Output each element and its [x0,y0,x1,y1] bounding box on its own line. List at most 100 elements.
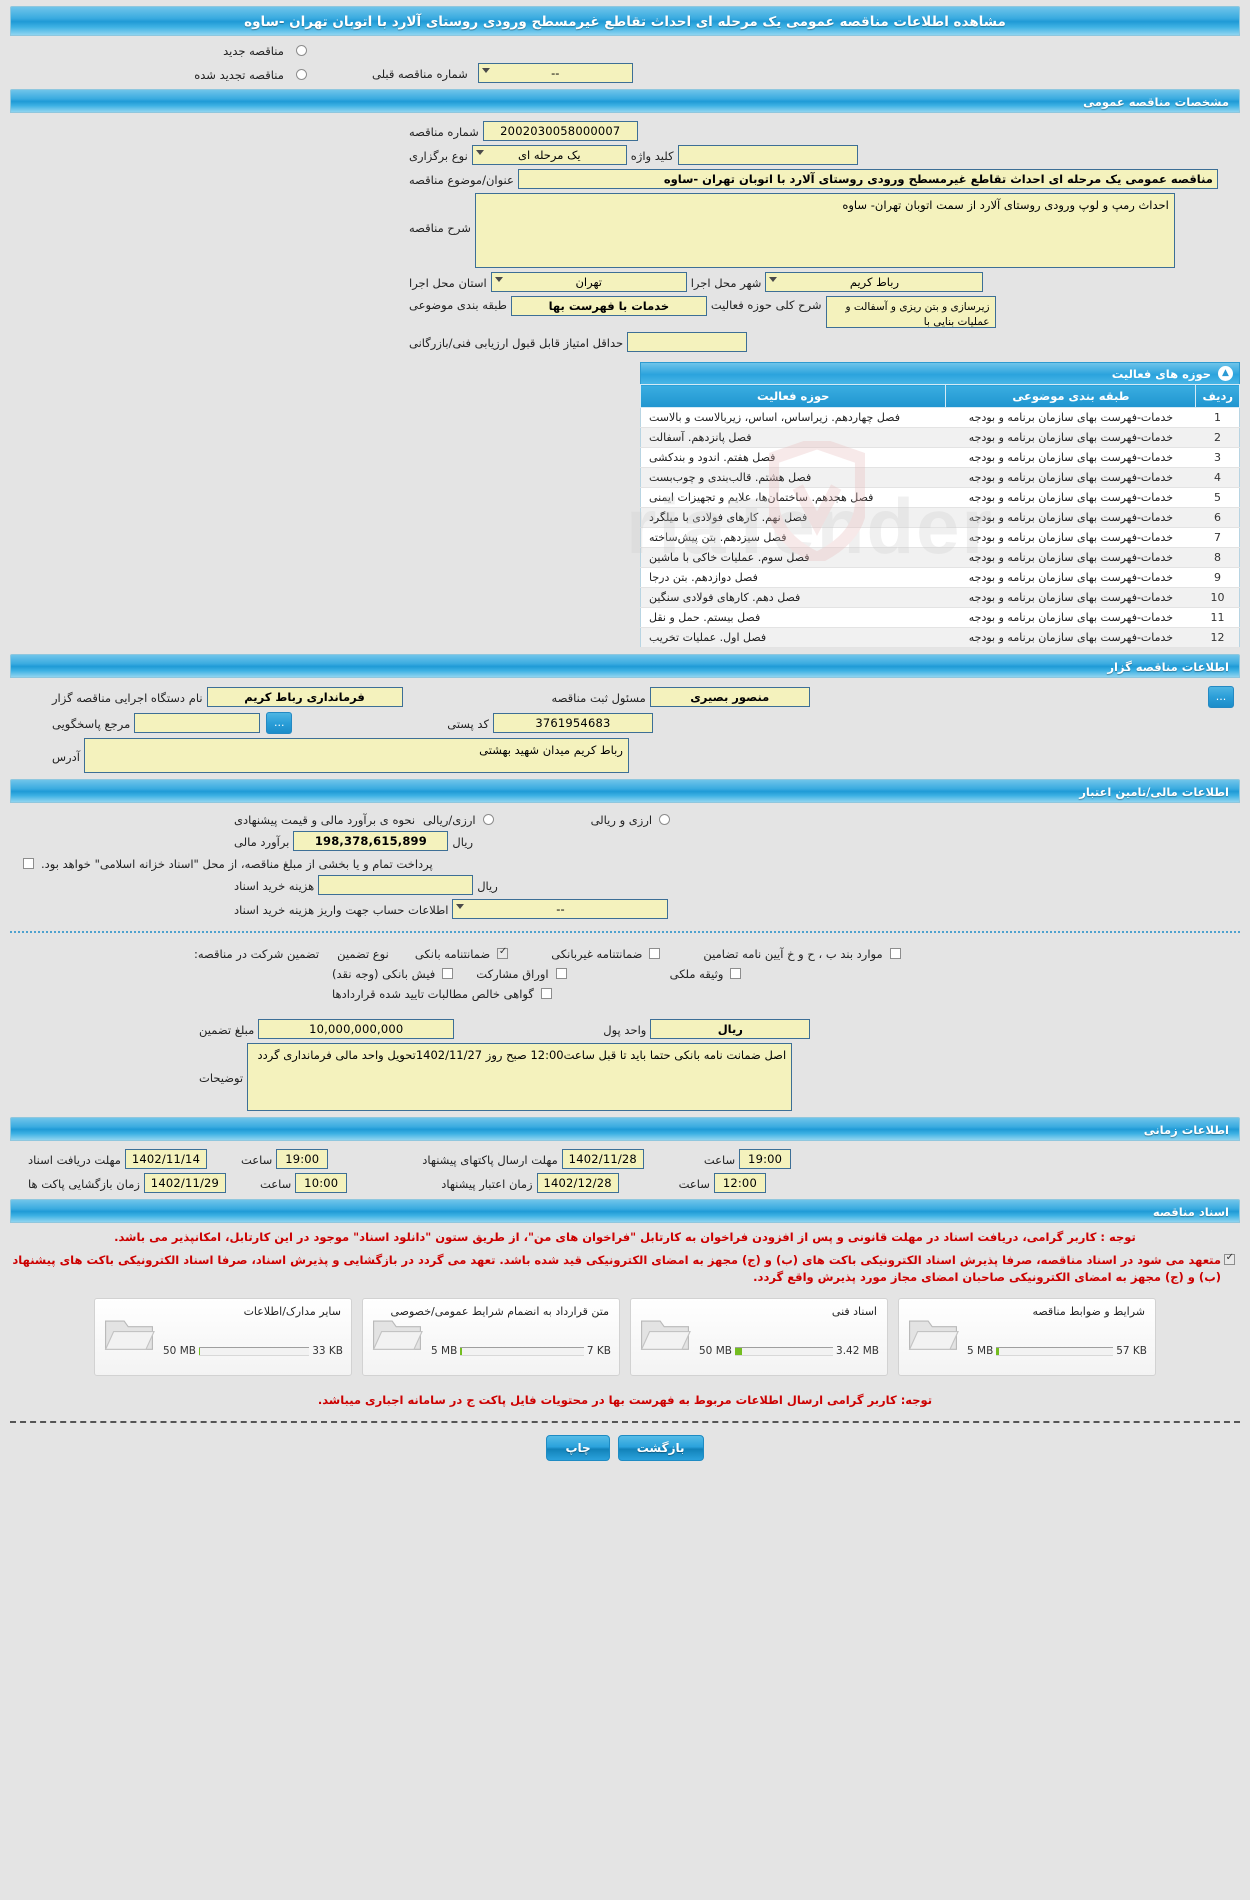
doc-receive-label: مهلت دریافت اسناد [28,1153,121,1167]
cell-activity-area: فصل چهاردهم. زیراساس، اساس، زیربالاست و … [640,407,946,428]
document-max-size: 50 MB [163,1345,196,1357]
registrar-field[interactable]: منصور بصیری [649,687,810,707]
table-row: 1 خدمات-فهرست بهای سازمان برنامه و بودجه ف… [640,407,1240,428]
doc-cost-label: هزینه خرید اسناد [234,879,315,893]
guarantee-option-5-label: اوراق مشارکت [476,967,549,981]
registrar-picker-button[interactable]: ... [1208,686,1234,708]
guarantee-currency-field[interactable]: ریال [650,1019,811,1039]
table-row: 5 خدمات-فهرست بهای سازمان برنامه و بودجه ف… [640,487,1240,508]
general-specs-body: 2002030058000007 شماره مناقصه کلید واژه … [0,119,1250,354]
cell-activity-area: فصل دهم. کارهای فولادی سنگین [640,587,946,608]
guarantee-participation-label: تضمین شرکت در مناقصه: [194,947,320,961]
tender-subject-label: عنوان/موضوع مناقصه [409,173,514,187]
province-select[interactable]: تهران [490,272,687,292]
opening-date-field[interactable]: 1402/11/29 [143,1173,226,1193]
cell-activity-area: فصل هشتم. قالب‌بندی و چوب‌بست [640,467,946,488]
prev-tender-number-value: -- [551,66,560,80]
guarantee-option-3-label: موارد بند ب ، ح و خ آیین نامه تضامین [703,947,883,961]
reference-field[interactable] [134,713,261,733]
cell-activity-area: فصل نهم. کارهای فولادی با میلگرد [640,507,946,528]
tender-subject-field[interactable]: مناقصه عمومی یک مرحله ای احداث تقاطع غیر… [517,169,1218,189]
new-tender-radio[interactable] [296,45,307,56]
guarantee-option-4-checkbox[interactable] [442,967,454,979]
document-card[interactable]: سایر مدارک/اطلاعات 50 MB 33 KB [94,1298,352,1376]
validity-hour-field[interactable]: 12:00 [713,1173,766,1193]
table-row: 9 خدمات-فهرست بهای سازمان برنامه و بودجه ف… [640,567,1240,588]
chevron-down-icon [475,150,484,155]
document-card[interactable]: اسناد فنی 50 MB 3.42 MB [630,1298,888,1376]
address-field[interactable]: رباط کریم میدان شهید بهشتی [83,738,629,773]
table-row: 4 خدمات-فهرست بهای سازمان برنامه و بودجه ف… [640,467,1240,488]
city-label: شهر محل اجرا [690,276,762,290]
guarantee-option-1-checkbox[interactable] [497,946,509,959]
renewed-tender-radio[interactable] [296,68,307,80]
table-row: 2 خدمات-فهرست بهای سازمان برنامه و بودجه ف… [640,427,1240,448]
min-score-field[interactable] [627,332,748,352]
guarantee-option-2-label: ضمانتنامه غیربانکی [551,947,643,961]
table-row: 11 خدمات-فهرست بهای سازمان برنامه و بودجه… [640,607,1240,628]
size-meter: 5 MB 7 KB [431,1345,611,1357]
validity-date-field[interactable]: 1402/12/28 [536,1173,619,1193]
account-info-select[interactable]: -- [452,899,669,919]
classification-field[interactable]: خدمات با فهرست بها [510,296,707,316]
city-select[interactable]: رباط کریم [765,272,984,292]
collapse-icon[interactable]: ▲ [1218,366,1233,381]
tender-number-field[interactable]: 2002030058000007 [482,121,638,141]
documents-notice-checkbox[interactable] [1224,1252,1235,1265]
holding-type-select[interactable]: یک مرحله ای [471,145,627,165]
validity-date-label: زمان اعتبار پیشنهاد [441,1177,533,1191]
opening-hour-field[interactable]: 10:00 [295,1173,348,1193]
guarantee-option-3-checkbox[interactable] [889,947,901,959]
table-row: 8 خدمات-فهرست بهای سازمان برنامه و بودجه ف… [640,547,1240,568]
guarantee-amount-field[interactable]: 10,000,000,000 [258,1019,455,1039]
cell-index: 8 [1195,547,1240,568]
postal-code-field[interactable]: 3761954683 [492,713,653,733]
folder-icon [640,1320,691,1350]
size-meter: 50 MB 3.42 MB [699,1345,879,1357]
estimate-rial-and-currency-radio[interactable] [659,813,671,825]
tender-description-field[interactable]: احداث رمپ و لوپ ورودی روستای آلارد از سم… [474,193,1175,268]
estimate-rial-radio[interactable] [482,813,494,825]
cell-activity-area: فصل بیستم. حمل و نقل [640,607,946,628]
back-button[interactable]: بازگشت [617,1435,704,1461]
section-timing-title: اطلاعات زمانی [1143,1123,1229,1137]
submit-hour-label: ساعت [703,1153,736,1167]
guarantee-option-6-checkbox[interactable] [730,967,742,979]
agency-field[interactable]: فرمانداری رباط کریم [206,687,403,707]
prev-tender-number-select[interactable]: -- [477,63,633,83]
keyword-field[interactable] [677,145,858,165]
chevron-down-icon [456,904,465,909]
submit-date-field[interactable]: 1402/11/28 [561,1149,644,1169]
guarantee-option-7-checkbox[interactable] [540,987,552,999]
activity-areas-body: 1 خدمات-فهرست بهای سازمان برنامه و بودجه ف… [640,407,1240,648]
reference-picker-button[interactable]: ... [266,712,293,734]
meter-track [460,1346,584,1356]
chevron-down-icon [769,277,778,282]
estimate-label: برآورد مالی [234,835,290,849]
col-classification: طبقه بندی موضوعی [945,384,1197,408]
guarantee-option-5-checkbox[interactable] [555,967,567,979]
activity-description-field[interactable]: زیرسازی و بتن ریزی و آسفالت و عملیات بنا… [825,296,996,328]
tender-details-page: riaTender مشاهده اطلاعات مناقصه عمومی یک… [0,6,1250,1481]
cell-index: 7 [1195,527,1240,548]
doc-cost-field[interactable] [318,875,474,895]
section-finance-title: اطلاعات مالی/تامین اعتبار [1079,785,1229,799]
document-card[interactable]: شرایط و ضوابط مناقصه 5 MB 57 KB [898,1298,1156,1376]
estimate-field[interactable]: 198,378,615,899 [293,831,449,851]
document-card[interactable]: متن قرارداد به انضمام شرایط عمومی/خصوصی 5… [362,1298,620,1376]
documents-cards: شرایط و ضوابط مناقصه 5 MB 57 KB اسناد فنی 50… [0,1298,1250,1376]
guarantee-option-6-label: وثیقه ملکی [669,967,724,981]
guarantee-notes-field[interactable]: اصل ضمانت نامه بانکی حتما باید تا قبل سا… [247,1043,793,1111]
timing-body: 19:00 ساعت 1402/11/28 مهلت ارسال پاکتهای… [0,1147,1250,1195]
cell-classification: خدمات-فهرست بهای سازمان برنامه و بودجه [945,587,1196,608]
cell-index: 1 [1195,407,1240,428]
guarantee-notes-label: توضیحات [199,1071,244,1085]
submit-hour-field[interactable]: 19:00 [739,1149,792,1169]
guarantee-option-2-checkbox[interactable] [649,947,661,959]
cell-index: 11 [1195,607,1240,628]
print-button[interactable]: چاپ [546,1435,610,1461]
meter-fill [734,1347,742,1355]
islamic-treasury-checkbox[interactable] [23,857,34,869]
doc-receive-date-field[interactable]: 1402/11/14 [124,1149,207,1169]
doc-receive-hour-field[interactable]: 19:00 [276,1149,329,1169]
